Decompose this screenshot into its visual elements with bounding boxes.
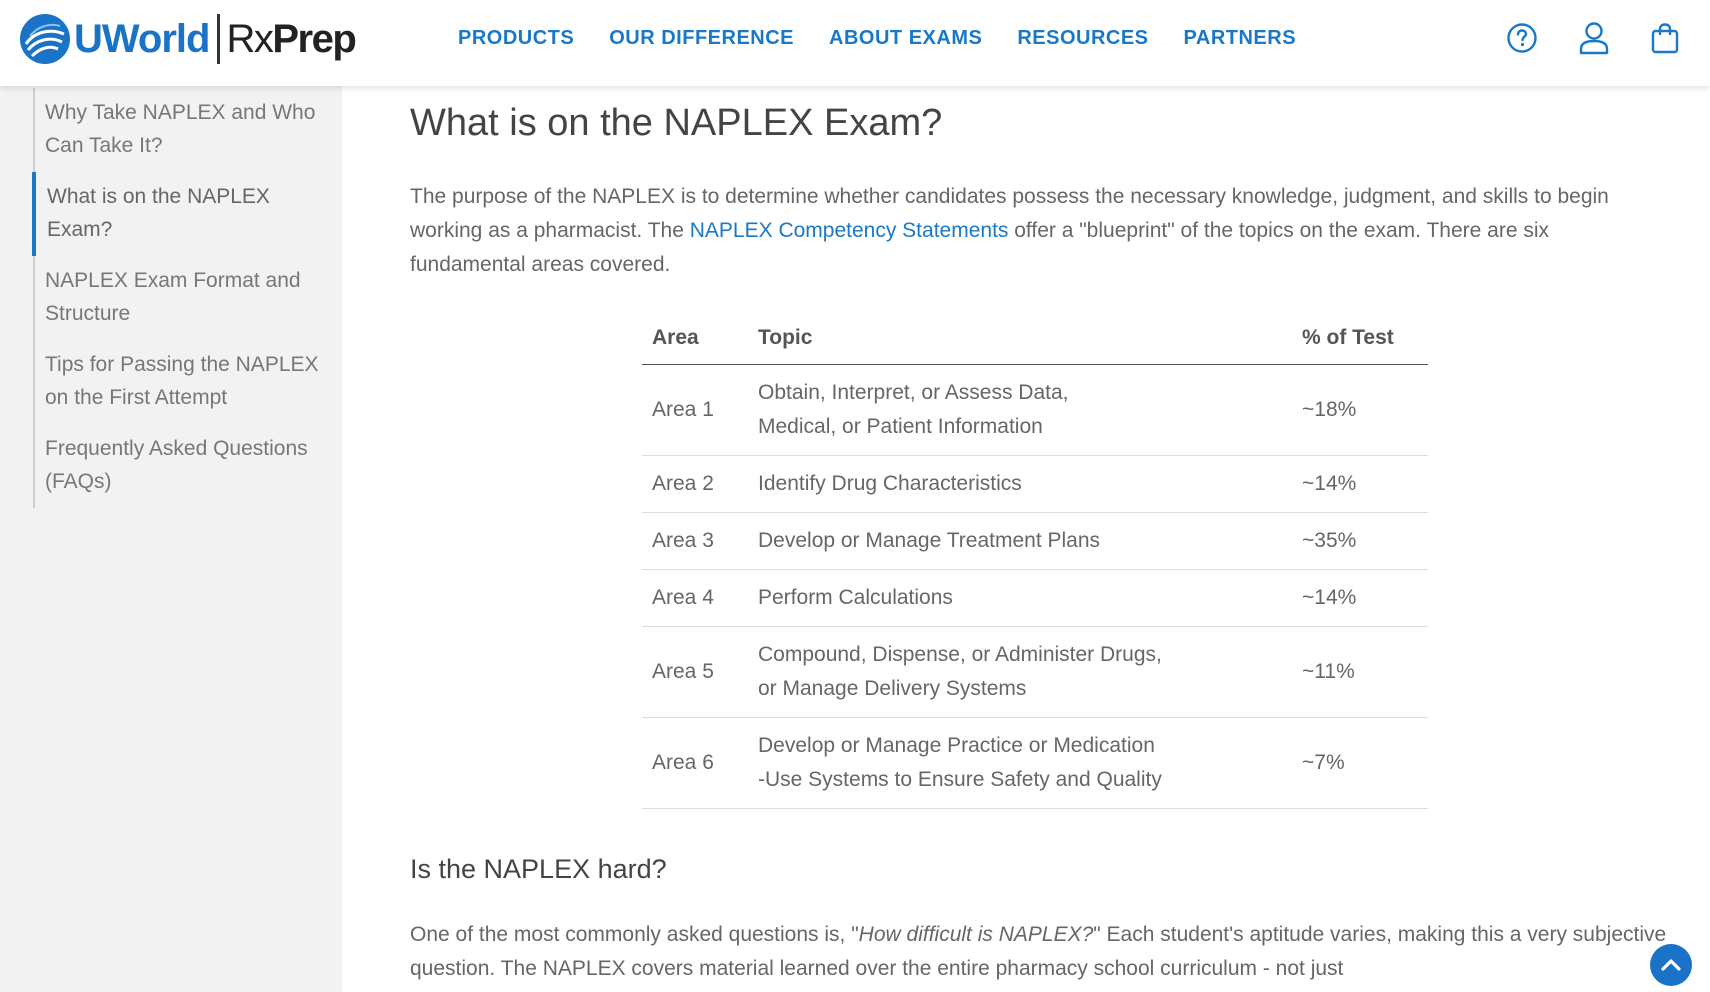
- table-row: Area 6 Develop or Manage Practice or Med…: [642, 717, 1428, 809]
- toc-item-tips-passing[interactable]: Tips for Passing the NAPLEX on the First…: [35, 340, 323, 424]
- page-title: What is on the NAPLEX Exam?: [410, 102, 943, 144]
- topic-cell: Identify Drug Characteristics: [748, 455, 1292, 513]
- nav-products[interactable]: PRODUCTS: [458, 26, 574, 50]
- area-cell: Area 2: [642, 455, 748, 513]
- section-heading-is-naplex-hard: Is the NAPLEX hard?: [410, 854, 667, 884]
- site-header: UWorld RxPrep PRODUCTS OUR DIFFERENCE AB…: [0, 0, 1710, 86]
- table-row: Area 3 Develop or Manage Treatment Plans…: [642, 512, 1428, 570]
- logo-product-text: RxPrep: [226, 16, 356, 61]
- table-of-contents: Why Take NAPLEX and Who Can Take It? Wha…: [32, 88, 323, 508]
- nav-partners[interactable]: PARTNERS: [1184, 26, 1297, 50]
- percent-cell: ~11%: [1292, 626, 1428, 718]
- area-cell: Area 4: [642, 569, 748, 627]
- percent-cell: ~7%: [1292, 717, 1428, 809]
- percent-cell: ~14%: [1292, 455, 1428, 513]
- chevron-up-icon: [1661, 959, 1681, 971]
- table-row: Area 5 Compound, Dispense, or Administer…: [642, 626, 1428, 718]
- logo-brand-text: UWorld: [74, 16, 210, 61]
- percent-cell: ~14%: [1292, 569, 1428, 627]
- topic-cell: Perform Calculations: [748, 569, 1292, 627]
- area-cell: Area 6: [642, 717, 748, 809]
- competency-statements-link[interactable]: NAPLEX Competency Statements: [690, 219, 1009, 242]
- area-cell: Area 3: [642, 512, 748, 570]
- logo-divider: [217, 14, 221, 64]
- main-nav: PRODUCTS OUR DIFFERENCE ABOUT EXAMS RESO…: [458, 26, 1331, 50]
- shopping-bag-icon[interactable]: [1645, 18, 1685, 58]
- toc-item-why-take-naplex[interactable]: Why Take NAPLEX and Who Can Take It?: [35, 88, 323, 172]
- topic-cell: Develop or Manage Treatment Plans: [748, 512, 1292, 570]
- help-circle-icon[interactable]: [1502, 18, 1542, 58]
- toc-item-format-structure[interactable]: NAPLEX Exam Format and Structure: [35, 256, 323, 340]
- column-header-percent: % of Test: [1292, 312, 1428, 365]
- column-header-area: Area: [642, 312, 748, 365]
- percent-cell: ~35%: [1292, 512, 1428, 570]
- toc-item-faqs[interactable]: Frequently Asked Questions (FAQs): [35, 424, 323, 508]
- uworld-globe-icon: [20, 14, 70, 64]
- table-row: Area 4 Perform Calculations ~14%: [642, 569, 1428, 627]
- table-row: Area 1 Obtain, Interpret, or Assess Data…: [642, 364, 1428, 456]
- column-header-topic: Topic: [748, 312, 1292, 365]
- area-cell: Area 5: [642, 626, 748, 718]
- table-row: Area 2 Identify Drug Characteristics ~14…: [642, 455, 1428, 513]
- sidebar: Why Take NAPLEX and Who Can Take It? Wha…: [0, 86, 342, 992]
- exam-areas-table: Area Topic % of Test Area 1 Obtain, Inte…: [642, 312, 1428, 809]
- topic-cell: Obtain, Interpret, or Assess Data, Medica…: [748, 364, 1292, 456]
- nav-resources[interactable]: RESOURCES: [1017, 26, 1148, 50]
- percent-cell: ~18%: [1292, 364, 1428, 456]
- topic-cell: Develop or Manage Practice or Medication…: [748, 717, 1292, 809]
- table-header-row: Area Topic % of Test: [642, 312, 1428, 365]
- scroll-to-top-button[interactable]: [1650, 944, 1692, 986]
- user-icon[interactable]: [1574, 18, 1614, 58]
- uworld-rxprep-logo[interactable]: UWorld RxPrep: [20, 12, 357, 66]
- nav-our-difference[interactable]: OUR DIFFERENCE: [609, 26, 794, 50]
- nav-about-exams[interactable]: ABOUT EXAMS: [829, 26, 982, 50]
- intro-paragraph: The purpose of the NAPLEX is to determin…: [410, 185, 1609, 276]
- topic-cell: Compound, Dispense, or Administer Drugs,…: [748, 626, 1292, 718]
- area-cell: Area 1: [642, 364, 748, 456]
- difficulty-paragraph: One of the most commonly asked questions…: [410, 923, 1667, 980]
- toc-item-what-is-on-exam[interactable]: What is on the NAPLEX Exam?: [32, 172, 323, 256]
